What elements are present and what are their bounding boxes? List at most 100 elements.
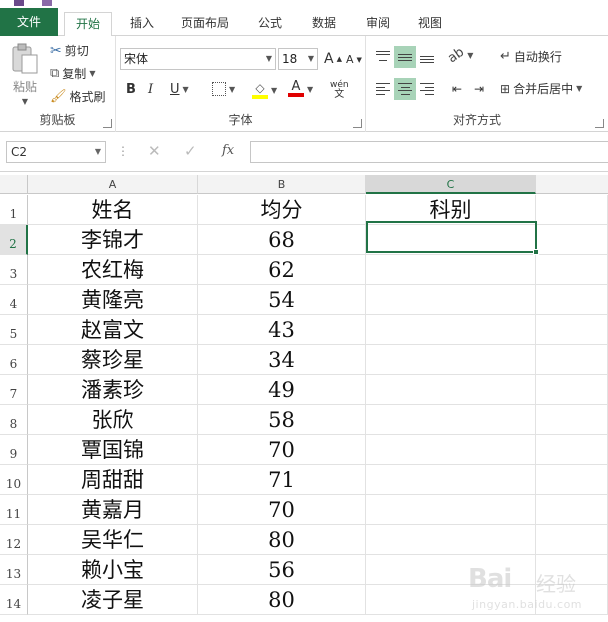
borders-button[interactable]: ▼ <box>212 82 235 96</box>
cell-a[interactable]: 覃国锦 <box>28 435 198 465</box>
font-name-select[interactable]: 宋体 ▼ <box>120 48 276 70</box>
cell-b[interactable]: 68 <box>198 225 366 255</box>
cell-a[interactable]: 赖小宝 <box>28 555 198 585</box>
merge-center-button[interactable]: ⊞ 合并后居中 ▼ <box>500 80 582 97</box>
cell-d[interactable] <box>536 225 608 255</box>
align-right-button[interactable] <box>416 78 438 100</box>
align-top-button[interactable] <box>372 46 394 68</box>
cell-a[interactable]: 黄隆亮 <box>28 285 198 315</box>
cell-d[interactable] <box>536 255 608 285</box>
tab-data[interactable]: 数据 <box>302 12 346 36</box>
cell-c[interactable] <box>366 495 536 525</box>
cell-b[interactable]: 58 <box>198 405 366 435</box>
row-header[interactable]: 6 <box>0 345 28 375</box>
cell-b[interactable]: 49 <box>198 375 366 405</box>
italic-button[interactable]: I <box>148 82 153 97</box>
cell-b[interactable]: 56 <box>198 555 366 585</box>
tab-file[interactable]: 文件 <box>0 8 58 36</box>
cell-c[interactable] <box>366 375 536 405</box>
paste-button[interactable]: 粘贴 ▼ <box>8 42 42 106</box>
fill-handle[interactable] <box>533 249 539 255</box>
dialog-launcher-icon[interactable] <box>353 119 362 128</box>
tab-review[interactable]: 审阅 <box>356 12 400 36</box>
cell-d[interactable] <box>536 435 608 465</box>
cell-d[interactable] <box>536 285 608 315</box>
insert-function-button[interactable]: fx <box>222 143 234 158</box>
column-header-a[interactable]: A <box>28 175 198 194</box>
row-header[interactable]: 5 <box>0 315 28 345</box>
shrink-font-button[interactable]: A ▼ <box>346 53 362 66</box>
row-header[interactable]: 2 <box>0 225 28 255</box>
cell-b[interactable]: 均分 <box>198 195 366 225</box>
cell-a[interactable]: 张欣 <box>28 405 198 435</box>
bold-button[interactable]: B <box>126 82 136 97</box>
cell-b[interactable]: 71 <box>198 465 366 495</box>
cell-b[interactable]: 70 <box>198 435 366 465</box>
cell-d[interactable] <box>536 345 608 375</box>
underline-button[interactable]: U ▼ <box>170 82 189 97</box>
cell-a[interactable]: 黄嘉月 <box>28 495 198 525</box>
cell-d[interactable] <box>536 375 608 405</box>
align-left-button[interactable] <box>372 78 394 100</box>
cell-c[interactable] <box>366 255 536 285</box>
cell-a[interactable]: 潘素珍 <box>28 375 198 405</box>
row-header[interactable]: 1 <box>0 195 28 225</box>
cell-d[interactable] <box>536 405 608 435</box>
cell-b[interactable]: 80 <box>198 585 366 615</box>
cell-a[interactable]: 姓名 <box>28 195 198 225</box>
cell-d[interactable] <box>536 465 608 495</box>
cell-d[interactable] <box>536 495 608 525</box>
cell-a[interactable]: 蔡珍星 <box>28 345 198 375</box>
cell-a[interactable]: 周甜甜 <box>28 465 198 495</box>
cancel-icon[interactable]: ✕ <box>148 142 161 160</box>
cell-c[interactable] <box>366 465 536 495</box>
column-header-c[interactable]: C <box>366 175 536 194</box>
cell-a[interactable]: 李锦才 <box>28 225 198 255</box>
tab-insert[interactable]: 插入 <box>120 12 164 36</box>
cell-d[interactable] <box>536 195 608 225</box>
cell-b[interactable]: 80 <box>198 525 366 555</box>
orientation-button[interactable]: ab ▼ <box>445 45 473 67</box>
cell-b[interactable]: 62 <box>198 255 366 285</box>
format-painter-button[interactable]: 🖌 格式刷 <box>50 88 106 105</box>
formula-input[interactable] <box>250 141 608 163</box>
enter-icon[interactable]: ✓ <box>184 142 197 160</box>
cell-a[interactable]: 农红梅 <box>28 255 198 285</box>
save-icon[interactable] <box>14 0 24 6</box>
cell-b[interactable]: 43 <box>198 315 366 345</box>
copy-button[interactable]: ⧉ 复制 ▼ <box>50 65 95 82</box>
cell-b[interactable]: 34 <box>198 345 366 375</box>
cell-d[interactable] <box>536 525 608 555</box>
cell-a[interactable]: 赵富文 <box>28 315 198 345</box>
phonetic-button[interactable]: wén 文 <box>330 80 349 100</box>
cell-d[interactable] <box>536 315 608 345</box>
cell-c[interactable] <box>366 525 536 555</box>
align-middle-button[interactable] <box>394 46 416 68</box>
wrap-text-button[interactable]: ↵ 自动换行 <box>500 48 562 65</box>
font-color-button[interactable]: A ▼ <box>288 80 313 97</box>
undo-icon[interactable] <box>42 0 52 6</box>
tab-home[interactable]: 开始 <box>64 12 112 37</box>
tab-page-layout[interactable]: 页面布局 <box>172 12 238 36</box>
increase-indent-button[interactable]: ⇥ <box>468 78 490 100</box>
select-all-corner[interactable] <box>0 175 28 194</box>
cell-a[interactable]: 吴华仁 <box>28 525 198 555</box>
dialog-launcher-icon[interactable] <box>103 119 112 128</box>
row-header[interactable]: 4 <box>0 285 28 315</box>
row-header[interactable]: 10 <box>0 465 28 495</box>
grow-font-button[interactable]: A ▲ <box>324 51 342 67</box>
tab-formulas[interactable]: 公式 <box>248 12 292 36</box>
cell-b[interactable]: 54 <box>198 285 366 315</box>
row-header[interactable]: 3 <box>0 255 28 285</box>
cell-c[interactable] <box>366 345 536 375</box>
row-header[interactable]: 12 <box>0 525 28 555</box>
column-header-b[interactable]: B <box>198 175 366 194</box>
cell-c[interactable] <box>366 405 536 435</box>
tab-view[interactable]: 视图 <box>408 12 452 36</box>
cell-c[interactable] <box>366 435 536 465</box>
name-box[interactable]: C2 ▼ <box>6 141 106 163</box>
cell-b[interactable]: 70 <box>198 495 366 525</box>
font-size-select[interactable]: 18 ▼ <box>278 48 318 70</box>
formula-bar-grip-icon[interactable]: ⋮ <box>117 144 129 158</box>
row-header[interactable]: 8 <box>0 405 28 435</box>
